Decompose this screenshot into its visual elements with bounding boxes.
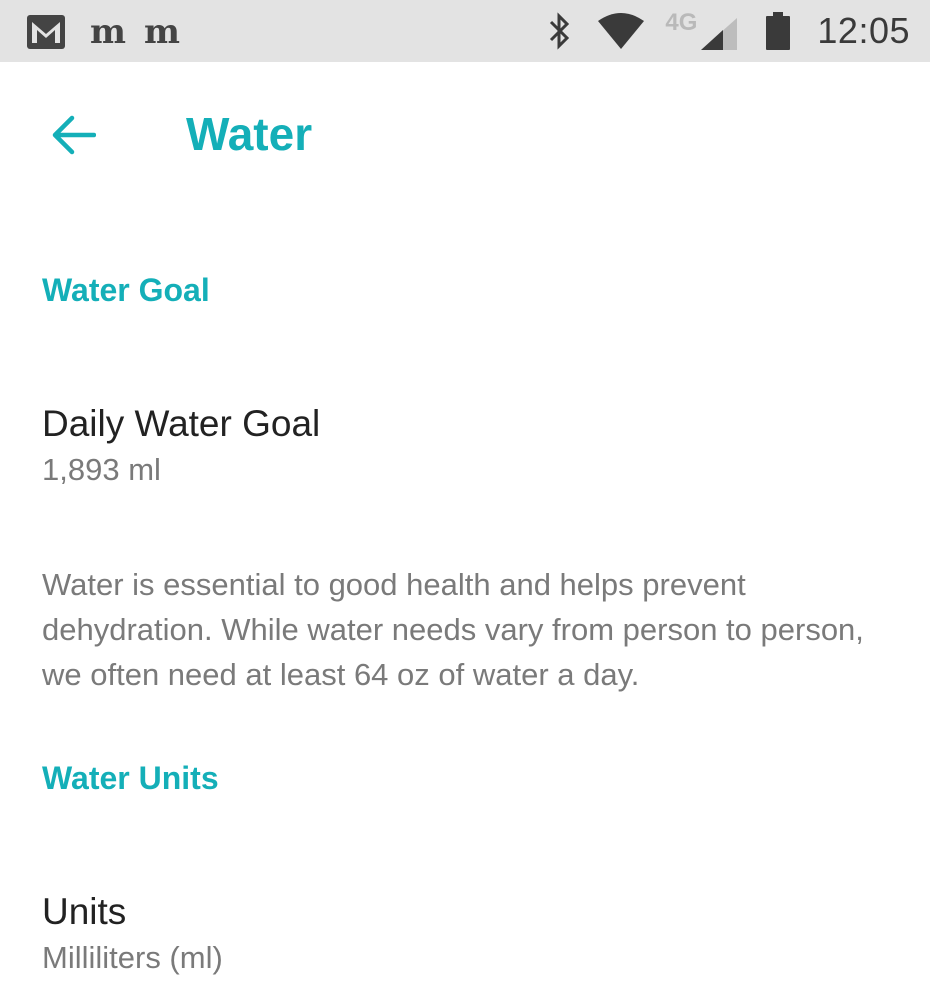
- status-bar: m m 4G 12:05: [0, 0, 930, 62]
- daily-water-goal-item[interactable]: Daily Water Goal 1,893 ml: [0, 400, 930, 500]
- section-header-water-goal: Water Goal: [42, 272, 210, 308]
- daily-water-goal-title: Daily Water Goal: [42, 403, 321, 444]
- wifi-icon: [598, 13, 645, 49]
- app-bar: Water: [0, 62, 930, 206]
- system-icons: 4G 12:05: [547, 8, 910, 54]
- units-title: Units: [42, 891, 127, 932]
- water-info-text: Water is essential to good health and he…: [42, 567, 864, 692]
- nyt-icon: m: [90, 12, 126, 52]
- units-item[interactable]: Units Milliliters (ml): [0, 888, 930, 988]
- water-settings-screen: m m 4G 12:05 Water Water Goal Daily Wate…: [0, 0, 930, 999]
- bluetooth-icon: [550, 12, 570, 50]
- arrow-left-icon: [52, 115, 96, 155]
- units-value: Milliliters (ml): [42, 940, 223, 975]
- network-type-label: 4G: [665, 9, 698, 36]
- section-header-water-units: Water Units: [42, 760, 219, 796]
- page-title: Water: [186, 108, 313, 160]
- notification-icons: m m: [26, 12, 180, 52]
- clock: 12:05: [817, 10, 910, 51]
- nyt-icon: m: [143, 12, 180, 52]
- battery-icon: [766, 12, 791, 50]
- back-button[interactable]: [44, 106, 102, 164]
- daily-water-goal-value: 1,893 ml: [42, 452, 161, 487]
- network-type: 4G: [663, 9, 713, 53]
- gmail-icon: [27, 15, 65, 49]
